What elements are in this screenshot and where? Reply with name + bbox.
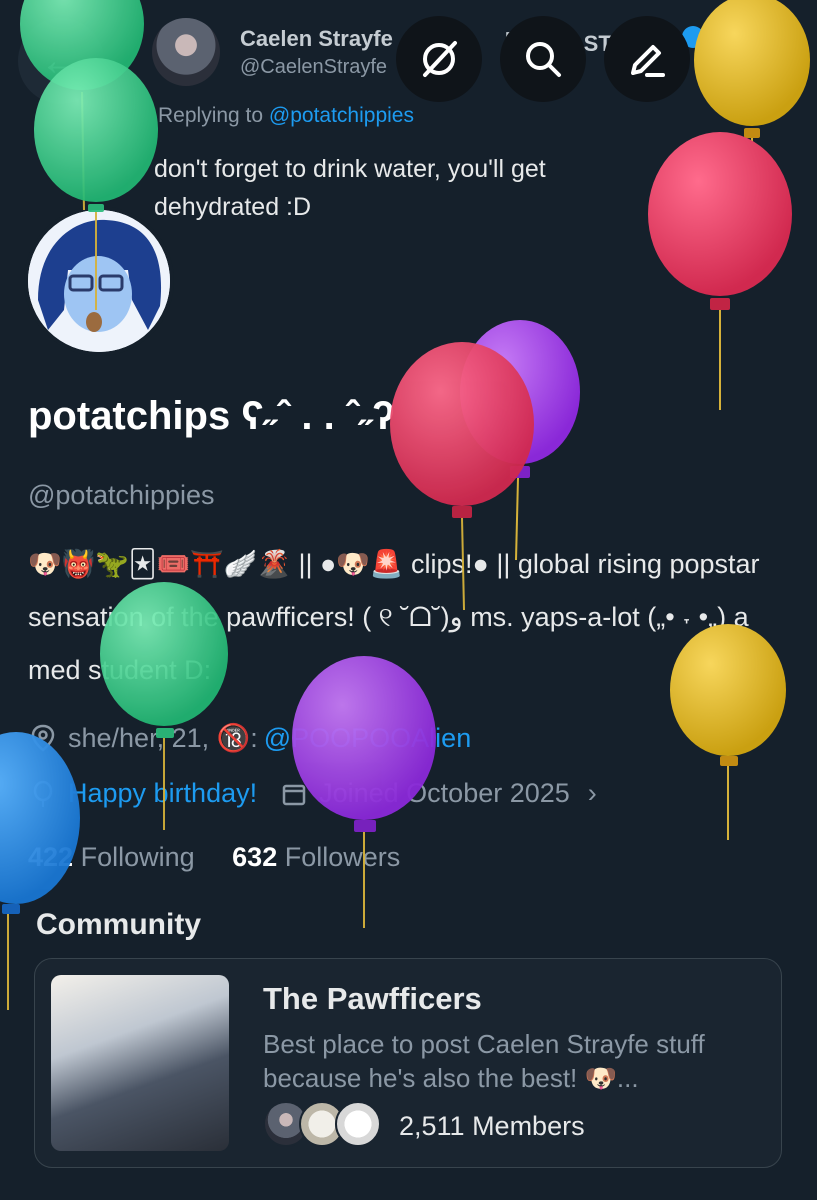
back-button[interactable]: ←	[18, 18, 104, 104]
reply-header: ← Caelen Strayfe 【FIRST STAGE... @Caelen…	[0, 0, 817, 230]
search-button[interactable]	[500, 16, 586, 102]
following-count: 422	[28, 842, 74, 872]
follow-stats: 422 Following 632 Followers	[28, 842, 400, 873]
profile-page: ← Caelen Strayfe 【FIRST STAGE... @Caelen…	[0, 0, 817, 1200]
display-name: potatchips ʕ˶ˆ . . ˆ˶ʔ	[28, 394, 395, 438]
followers-label: Followers	[284, 842, 401, 872]
community-description: Best place to post Caelen Strayfe stuff …	[263, 1029, 705, 1093]
reply-text: don't forget to drink water, you'll get …	[154, 155, 546, 221]
following-link[interactable]: 422 Following	[28, 842, 202, 872]
balloon-purple	[460, 320, 580, 561]
profile-bio: 🐶👹🦖🃏🎟️⛩️🪽🌋 || ●🐶🚨 clips!● || global risi…	[28, 538, 788, 697]
following-label: Following	[80, 842, 195, 872]
calendar-icon	[282, 784, 306, 805]
slashed-circle-icon	[423, 41, 457, 77]
birthday-link[interactable]: Happy birthday!	[68, 778, 257, 809]
dates-row: Happy birthday! Joined October 2025 ›	[28, 778, 597, 809]
reply-author-avatar[interactable]	[152, 18, 220, 86]
joined-date: Joined October 2025	[319, 778, 570, 808]
followers-link[interactable]: 632 Followers	[232, 842, 400, 872]
grok-button[interactable]	[396, 16, 482, 102]
profile-handle: @potatchippies	[28, 480, 215, 510]
member-avatar	[335, 1101, 381, 1147]
chevron-right-icon[interactable]: ›	[588, 778, 597, 809]
bio-emojis: 🐶👹🦖🃏🎟️⛩️🪽🌋	[28, 549, 291, 579]
community-section-label: Community	[36, 908, 201, 941]
reply-author-handle[interactable]: @CaelenStrayfe	[240, 56, 387, 79]
community-card[interactable]: The Pawfficers Best place to post Caelen…	[34, 958, 782, 1168]
balloon-icon	[33, 780, 53, 807]
location-pin-icon	[31, 724, 55, 752]
replying-to-link[interactable]: @potatchippies	[269, 104, 414, 127]
community-image	[51, 975, 229, 1151]
location-text: she/her, 21, 🔞:	[68, 723, 258, 753]
profile-avatar[interactable]	[24, 206, 174, 356]
member-count: 2,511 Members	[399, 1111, 585, 1141]
avatar-illustration	[28, 210, 170, 352]
search-icon	[526, 42, 561, 77]
reply-author-name[interactable]: Caelen Strayfe	[240, 26, 393, 52]
member-avatars	[263, 1101, 383, 1149]
pencil-icon	[631, 45, 665, 77]
community-name: The Pawfficers	[263, 981, 482, 1016]
replying-to-line: Replying to @potatchippies	[158, 104, 414, 128]
location-mention-link[interactable]: @POOPOOAlien	[264, 723, 471, 754]
back-arrow-icon: ←	[39, 36, 83, 85]
replying-prefix: Replying to	[158, 104, 264, 127]
followers-count: 632	[232, 842, 278, 872]
compose-button[interactable]	[604, 16, 690, 102]
location-row: she/her, 21, 🔞: @POOPOOAlien	[28, 722, 471, 754]
